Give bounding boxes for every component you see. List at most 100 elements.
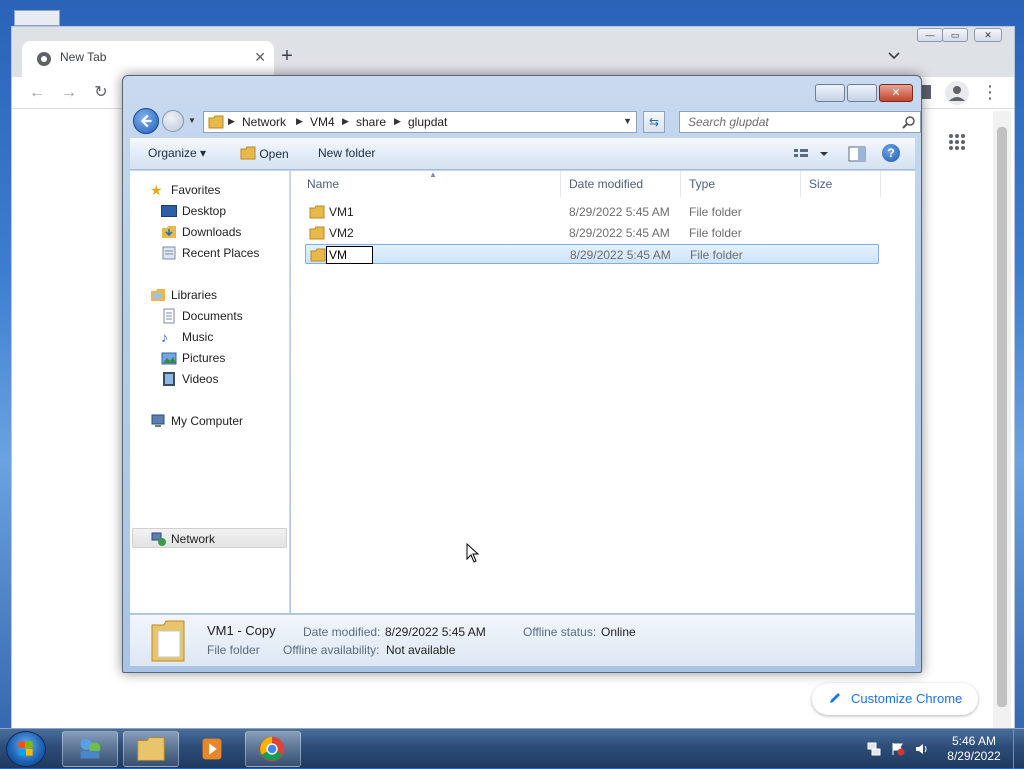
forward-arrow-icon[interactable]: → xyxy=(58,82,80,104)
column-header-name[interactable]: Name ▲ xyxy=(299,170,561,197)
open-label: Open xyxy=(259,147,289,161)
taskbar-app-users[interactable] xyxy=(62,731,118,767)
scrollbar-thumb[interactable] xyxy=(997,127,1007,707)
breadcrumb-vm4[interactable]: VM4 xyxy=(310,115,335,129)
breadcrumb-network[interactable]: Network xyxy=(242,115,286,129)
chrome-minimize-button[interactable]: — xyxy=(917,28,943,42)
windows-logo-icon xyxy=(18,741,33,756)
file-row[interactable]: VM1 8/29/2022 5:45 AM File folder xyxy=(305,202,879,222)
chrome-maximize-button[interactable]: ▭ xyxy=(942,28,968,42)
help-icon[interactable]: ? xyxy=(882,144,900,162)
nav-my-computer-label: My Computer xyxy=(171,414,244,428)
google-apps-grid-icon[interactable] xyxy=(948,133,966,151)
network-tray-icon[interactable] xyxy=(867,742,881,756)
tab-close-icon[interactable]: ✕ xyxy=(254,49,266,66)
downloads-folder-icon xyxy=(162,226,176,238)
address-dropdown-icon[interactable]: ▼ xyxy=(623,116,632,126)
folder-icon xyxy=(310,248,326,262)
chrome-tab[interactable]: New Tab ✕ xyxy=(22,41,274,77)
recent-pages-dropdown-icon[interactable]: ▼ xyxy=(188,116,198,126)
offline-availability-value: Not available xyxy=(386,643,456,657)
taskbar-app-chrome[interactable] xyxy=(245,731,301,767)
dialog-close-button[interactable]: ✕ xyxy=(879,84,913,102)
chrome-tab-strip: New Tab ✕ + — ▭ ✕ xyxy=(12,27,1014,77)
chrome-menu-icon[interactable]: ⋮ xyxy=(980,81,1000,105)
details-view-icon xyxy=(794,149,828,157)
back-arrow-icon[interactable]: ← xyxy=(26,82,48,104)
column-header-date-modified[interactable]: Date modified xyxy=(561,171,681,197)
nav-downloads[interactable]: Downloads xyxy=(161,222,281,242)
open-button[interactable]: Open xyxy=(240,146,289,161)
breadcrumb-arrow-icon[interactable]: ▶ xyxy=(228,116,235,127)
column-header-size[interactable]: Size xyxy=(801,171,881,197)
nav-videos[interactable]: Videos xyxy=(161,369,281,389)
nav-documents[interactable]: Documents xyxy=(161,306,281,326)
nav-favorites[interactable]: ★ Favorites xyxy=(150,180,290,200)
preview-pane-icon[interactable] xyxy=(848,146,866,162)
change-view-button[interactable] xyxy=(792,146,832,164)
dialog-back-button[interactable] xyxy=(133,108,159,134)
nav-desktop[interactable]: Desktop xyxy=(161,201,281,221)
nav-pictures-label: Pictures xyxy=(182,351,226,365)
dialog-forward-button[interactable] xyxy=(162,110,184,132)
search-input[interactable]: Search glupdat xyxy=(679,111,921,133)
start-button[interactable] xyxy=(6,731,46,767)
address-bar[interactable]: ▶ Network ▶ VM4 ▶ share ▶ glupdat ▼ xyxy=(203,111,637,133)
music-note-icon: ♪ xyxy=(161,329,168,345)
tab-search-chevron-icon[interactable] xyxy=(886,47,902,63)
rename-input[interactable] xyxy=(326,246,373,264)
nav-libraries[interactable]: Libraries xyxy=(150,285,290,305)
desktop-icon-fragment[interactable] xyxy=(14,10,60,26)
taskbar-app-explorer[interactable] xyxy=(123,731,179,767)
column-header-type[interactable]: Type xyxy=(681,171,801,197)
dialog-maximize-button[interactable] xyxy=(847,84,877,102)
offline-status-label: Offline status: xyxy=(523,625,597,639)
folder-icon xyxy=(208,115,224,129)
offline-status-value: Online xyxy=(601,625,636,639)
users-icon xyxy=(80,738,101,759)
customize-chrome-label: Customize Chrome xyxy=(851,691,963,706)
show-desktop-button[interactable] xyxy=(1013,729,1024,769)
nav-desktop-label: Desktop xyxy=(182,204,227,218)
new-folder-button[interactable]: New folder xyxy=(318,146,375,160)
customize-chrome-button[interactable]: Customize Chrome xyxy=(812,683,978,715)
refresh-icon[interactable]: ⇆ xyxy=(643,111,665,133)
libraries-icon xyxy=(151,289,165,301)
breadcrumb-glupdat[interactable]: glupdat xyxy=(408,115,447,129)
action-center-flag-icon[interactable] xyxy=(891,742,905,756)
file-row-selected[interactable]: 8/29/2022 5:45 AM File folder xyxy=(305,244,879,264)
nav-pictures[interactable]: Pictures xyxy=(161,348,281,368)
breadcrumb-arrow-icon[interactable]: ▶ xyxy=(394,116,401,127)
profile-avatar-icon[interactable] xyxy=(945,81,969,105)
clock-date: 8/29/2022 xyxy=(947,749,1001,763)
sidebar-toggle-icon[interactable] xyxy=(921,85,931,99)
videos-icon xyxy=(163,372,175,386)
nav-network[interactable]: Network xyxy=(132,528,287,548)
taskbar: 5:46 AM 8/29/2022 xyxy=(0,728,1024,769)
documents-icon xyxy=(163,308,175,324)
file-type: File folder xyxy=(689,205,742,219)
nav-recent-places[interactable]: Recent Places xyxy=(161,243,285,263)
dialog-minimize-button[interactable] xyxy=(815,84,845,102)
breadcrumb-share[interactable]: share xyxy=(356,115,386,129)
new-tab-button[interactable]: + xyxy=(277,44,297,68)
nav-music[interactable]: ♪ Music xyxy=(161,327,281,347)
file-row[interactable]: VM2 8/29/2022 5:45 AM File folder xyxy=(305,223,879,243)
reload-icon[interactable]: ↻ xyxy=(90,82,112,104)
nav-my-computer[interactable]: My Computer xyxy=(150,411,290,431)
file-date: 8/29/2022 5:45 AM xyxy=(569,226,670,240)
breadcrumb-arrow-icon[interactable]: ▶ xyxy=(296,116,303,127)
breadcrumb-arrow-icon[interactable]: ▶ xyxy=(342,116,349,127)
folder-icon xyxy=(309,226,325,240)
media-player-icon xyxy=(202,738,222,760)
desktop-icon xyxy=(161,205,177,217)
volume-icon[interactable] xyxy=(915,742,929,756)
organize-button[interactable]: Organize ▾ xyxy=(148,146,206,160)
file-type: File folder xyxy=(690,248,743,262)
details-name: VM1 - Copy xyxy=(207,623,276,638)
taskbar-clock[interactable]: 5:46 AM 8/29/2022 xyxy=(934,734,1014,764)
chrome-close-button[interactable]: ✕ xyxy=(974,28,1002,42)
taskbar-app-media-player[interactable] xyxy=(184,731,240,767)
search-icon[interactable] xyxy=(902,115,916,129)
page-scrollbar[interactable] xyxy=(993,111,1011,729)
